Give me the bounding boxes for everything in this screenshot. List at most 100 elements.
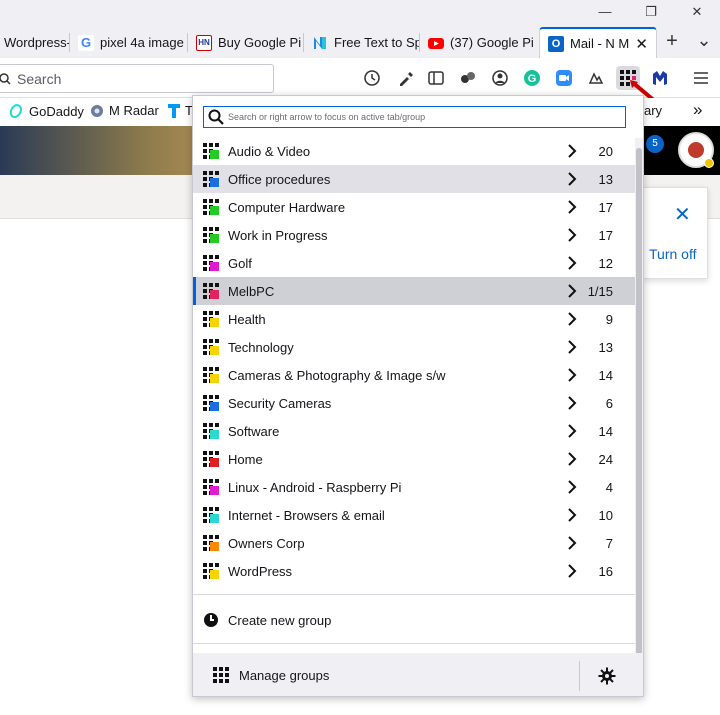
group-row[interactable]: MelbPC 1/15 bbox=[193, 277, 635, 305]
tab-youtube-google-pixel[interactable]: (37) Google Pi bbox=[420, 27, 538, 58]
search-input[interactable]: Search bbox=[0, 64, 274, 93]
notification-badge[interactable]: 5 bbox=[646, 135, 664, 153]
tab-buy-google-pixel[interactable]: HN Buy Google Pi bbox=[188, 27, 304, 58]
group-row[interactable]: Cameras & Photography & Image s/w 14 bbox=[193, 361, 635, 389]
tab-groups-panel: Search or right arrow to focus on active… bbox=[192, 95, 644, 697]
group-row[interactable]: Computer Hardware 17 bbox=[193, 193, 635, 221]
chevron-right-icon[interactable] bbox=[567, 507, 577, 523]
group-tab-count: 17 bbox=[598, 200, 613, 215]
turn-off-button[interactable]: Turn off bbox=[649, 246, 696, 262]
group-row[interactable]: Golf 12 bbox=[193, 249, 635, 277]
tab-title: (37) Google Pi bbox=[450, 35, 534, 50]
grammarly-icon[interactable]: G bbox=[521, 67, 543, 89]
malwarebytes-icon[interactable] bbox=[649, 67, 671, 89]
search-icon bbox=[0, 72, 11, 85]
chevron-right-icon[interactable] bbox=[567, 423, 577, 439]
reader-icon[interactable] bbox=[585, 67, 607, 89]
tab-wordpress[interactable]: Wordpress- bbox=[0, 27, 70, 58]
chevron-right-icon[interactable] bbox=[567, 171, 577, 187]
restore-button[interactable]: ❐ bbox=[636, 4, 666, 20]
eyedropper-icon[interactable] bbox=[395, 67, 417, 89]
group-name: Work in Progress bbox=[228, 228, 328, 243]
group-row[interactable]: WordPress 16 bbox=[193, 557, 635, 585]
close-window-button[interactable]: ✕ bbox=[682, 4, 712, 20]
list-all-tabs-button[interactable]: ⌄ bbox=[689, 30, 719, 50]
chevron-right-icon[interactable] bbox=[567, 143, 577, 159]
settings-button[interactable] bbox=[591, 663, 623, 689]
group-tab-count: 9 bbox=[605, 312, 613, 327]
group-search-placeholder: Search or right arrow to focus on active… bbox=[228, 112, 426, 122]
zoom-icon[interactable] bbox=[553, 67, 575, 89]
scrollbar[interactable] bbox=[635, 138, 643, 696]
chevron-right-icon[interactable] bbox=[567, 339, 577, 355]
group-row[interactable]: Security Cameras 6 bbox=[193, 389, 635, 417]
group-row[interactable]: Home 24 bbox=[193, 445, 635, 473]
group-tab-count: 6 bbox=[605, 396, 613, 411]
chevron-right-icon[interactable] bbox=[567, 311, 577, 327]
group-tab-count: 7 bbox=[605, 536, 613, 551]
sidebar-icon[interactable] bbox=[425, 67, 447, 89]
tab-title: Buy Google Pi bbox=[218, 35, 302, 50]
chevron-right-icon[interactable] bbox=[567, 563, 577, 579]
bookmark-library[interactable]: ary bbox=[644, 103, 662, 118]
close-icon[interactable]: ✕ bbox=[674, 202, 691, 227]
group-tab-count: 13 bbox=[598, 172, 613, 187]
extension-balls-icon[interactable] bbox=[457, 67, 479, 89]
chevron-right-icon[interactable] bbox=[567, 199, 577, 215]
group-tab-count: 17 bbox=[598, 228, 613, 243]
bookmark-m-radar[interactable]: M Radar bbox=[90, 103, 159, 118]
tab-title: Mail - N M bbox=[570, 36, 630, 51]
tab-free-text-to-speech[interactable]: Free Text to Sp bbox=[304, 27, 420, 58]
minimize-button[interactable]: — bbox=[590, 4, 620, 20]
group-row[interactable]: Owners Corp 7 bbox=[193, 529, 635, 557]
group-row[interactable]: Internet - Browsers & email 10 bbox=[193, 501, 635, 529]
group-icon bbox=[203, 283, 219, 299]
new-tab-button[interactable]: + bbox=[657, 30, 687, 52]
group-row[interactable]: Work in Progress 17 bbox=[193, 221, 635, 249]
chevron-right-icon[interactable] bbox=[567, 451, 577, 467]
tab-title: pixel 4a image bbox=[100, 35, 184, 50]
scrollbar-thumb[interactable] bbox=[636, 148, 642, 688]
account-icon[interactable] bbox=[489, 67, 511, 89]
group-name: WordPress bbox=[228, 564, 293, 579]
group-row[interactable]: Linux - Android - Raspberry Pi 4 bbox=[193, 473, 635, 501]
chevron-right-icon[interactable] bbox=[567, 535, 577, 551]
svg-text:G: G bbox=[528, 73, 537, 85]
menu-icon[interactable] bbox=[690, 67, 712, 89]
avatar[interactable] bbox=[678, 132, 714, 168]
group-icon bbox=[203, 227, 219, 243]
tab-mail-active[interactable]: O Mail - N M ✕ bbox=[539, 27, 657, 58]
search-placeholder: Search bbox=[17, 70, 62, 87]
chevron-right-icon[interactable] bbox=[567, 395, 577, 411]
chevron-right-icon[interactable] bbox=[567, 479, 577, 495]
group-row[interactable]: Software 14 bbox=[193, 417, 635, 445]
tab-pixel-images[interactable]: G pixel 4a image bbox=[70, 27, 188, 58]
create-new-group-button[interactable]: Create new group bbox=[193, 606, 635, 634]
history-icon[interactable] bbox=[361, 67, 383, 89]
youtube-icon bbox=[428, 37, 444, 49]
group-tab-count: 24 bbox=[598, 452, 613, 467]
group-tab-count: 16 bbox=[598, 564, 613, 579]
bookmark-telstra[interactable]: T bbox=[168, 103, 193, 118]
group-icon bbox=[203, 255, 219, 271]
close-tab-icon[interactable]: ✕ bbox=[635, 35, 648, 53]
chevron-right-icon[interactable] bbox=[567, 367, 577, 383]
bookmark-godaddy[interactable]: GoDaddy bbox=[8, 103, 84, 119]
group-row[interactable]: Health 9 bbox=[193, 305, 635, 333]
google-icon: G bbox=[78, 34, 94, 51]
group-row[interactable]: Technology 13 bbox=[193, 333, 635, 361]
group-row[interactable]: Audio & Video 20 bbox=[193, 137, 635, 165]
group-icon bbox=[203, 451, 219, 467]
group-icon bbox=[203, 535, 219, 551]
bookmarks-overflow-button[interactable]: » bbox=[693, 100, 702, 120]
tab-strip: — ❐ ✕ Wordpress- G pixel 4a image HN Buy… bbox=[0, 0, 720, 58]
chevron-right-icon[interactable] bbox=[567, 227, 577, 243]
group-icon bbox=[203, 339, 219, 355]
group-row[interactable]: Office procedures 13 bbox=[193, 165, 635, 193]
group-search-input[interactable]: Search or right arrow to focus on active… bbox=[203, 106, 626, 128]
chevron-right-icon[interactable] bbox=[567, 255, 577, 271]
group-name: Owners Corp bbox=[228, 536, 305, 551]
manage-groups-button[interactable]: Manage groups bbox=[193, 653, 579, 696]
chevron-right-icon[interactable] bbox=[567, 283, 577, 299]
tab-title: Wordpress- bbox=[4, 35, 70, 50]
